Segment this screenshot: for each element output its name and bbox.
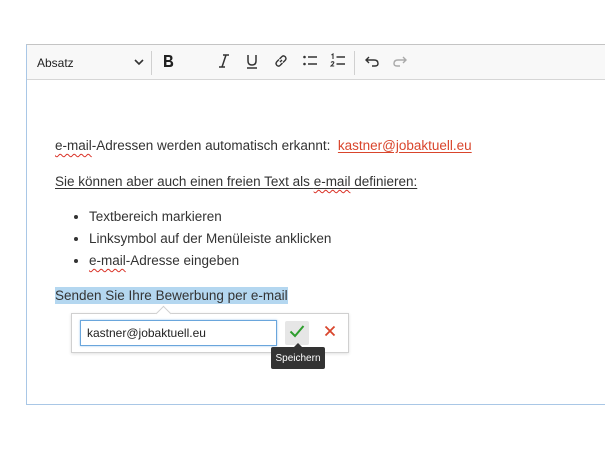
link-icon	[273, 53, 289, 74]
save-tooltip: Speichern	[271, 343, 325, 369]
underline-icon	[245, 53, 259, 74]
undo-icon	[364, 53, 380, 74]
format-select-value: Absatz	[37, 56, 74, 70]
list-item-text: -Adresse eingeben	[125, 253, 240, 268]
misspelled-word: e-mail	[55, 138, 92, 153]
paragraph-text: definieren:	[350, 174, 418, 189]
close-icon	[324, 324, 336, 342]
paragraph-text: -Adressen werden automatisch erkannt:	[91, 138, 331, 153]
instruction-list: Textbereich markieren Linksymbol auf der…	[55, 206, 331, 272]
list-item: Linksymbol auf der Menüleiste anklicken	[89, 228, 331, 250]
save-link-button[interactable]	[285, 321, 309, 345]
redo-button[interactable]	[389, 52, 411, 74]
underline-button[interactable]	[241, 52, 263, 74]
undo-button[interactable]	[361, 52, 383, 74]
chevron-down-icon	[133, 56, 145, 71]
misspelled-word: e-mail	[313, 174, 351, 189]
bulleted-list-button[interactable]	[299, 52, 321, 74]
toolbar-separator	[354, 51, 355, 75]
bold-button[interactable]	[157, 52, 179, 74]
editor-toolbar: Absatz	[27, 45, 605, 80]
bulleted-list-icon	[302, 53, 318, 74]
checkmark-icon	[289, 324, 305, 343]
bold-icon	[161, 53, 175, 74]
numbered-list-button[interactable]	[327, 52, 349, 74]
list-item-text: Textbereich markieren	[89, 209, 222, 224]
email-link[interactable]: kastner@jobaktuell.eu	[338, 138, 472, 153]
selected-text[interactable]: Senden Sie Ihre Bewerbung per e-mail	[55, 287, 288, 304]
cancel-link-button[interactable]	[318, 321, 342, 345]
paragraph-custom-text-link[interactable]: Sie können aber auch einen freien Text a…	[55, 174, 417, 189]
tooltip-pointer	[293, 343, 303, 348]
paragraph-text: Sie können aber auch einen freien Text a…	[55, 174, 314, 189]
italic-icon	[217, 53, 231, 74]
list-item: Textbereich markieren	[89, 206, 331, 228]
list-item-text: Linksymbol auf der Menüleiste anklicken	[89, 231, 332, 246]
paragraph-auto-detect: e-mail-Adressen werden automatisch erkan…	[55, 138, 472, 153]
paragraph-format-select[interactable]: Absatz	[37, 54, 145, 72]
tooltip-text: Speichern	[275, 352, 321, 364]
italic-button[interactable]	[213, 52, 235, 74]
redo-icon	[392, 53, 408, 74]
paragraph-selected: Senden Sie Ihre Bewerbung per e-mail	[55, 287, 288, 304]
link-url-input[interactable]	[80, 320, 277, 346]
misspelled-word: e-mail	[89, 253, 126, 268]
toolbar-separator	[151, 51, 152, 75]
list-item: e-mail-Adresse eingeben	[89, 250, 331, 272]
link-button[interactable]	[270, 52, 292, 74]
numbered-list-icon	[329, 52, 346, 74]
